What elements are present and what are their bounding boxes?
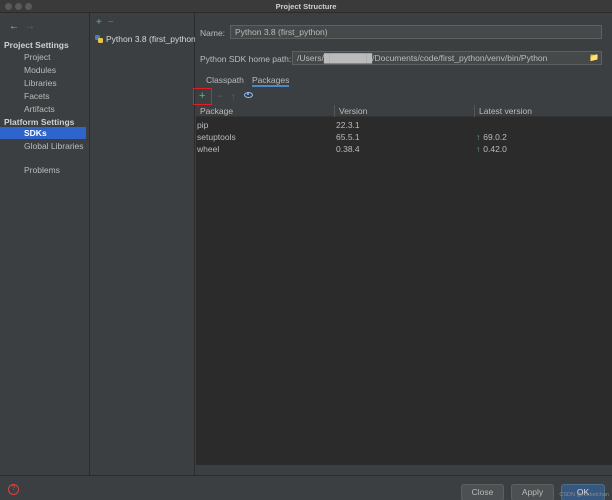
name-label: Name: [200,28,226,38]
package-version: 0.38.4 [336,144,360,154]
folder-icon[interactable]: 📁 [587,52,601,64]
tab-classpath[interactable]: Classpath [206,74,244,87]
package-name: wheel [197,144,220,154]
column-divider[interactable] [474,105,475,117]
upgrade-package-arrow-up-icon[interactable]: ↑ [231,91,236,101]
close-button[interactable]: Close [461,484,504,500]
sidebar-item-artifacts[interactable]: Artifacts [0,103,86,115]
column-header-version[interactable]: Version [339,106,367,116]
arrow-up-icon: ↑ [476,144,481,154]
arrow-up-icon: ↑ [476,132,481,142]
sdk-list-toolbar: + − [96,17,114,28]
dialog-footer: ? Close Apply OK CSDN @rocketchan [0,475,612,500]
add-sdk-plus-icon[interactable]: + [96,17,102,28]
uninstall-package-minus-icon[interactable]: − [217,91,222,101]
sidebar-item-project[interactable]: Project [0,51,86,63]
package-latest-version: ↑ 69.0.2 [476,132,507,142]
watermark: CSDN @rocketchan [559,492,609,498]
install-package-button[interactable]: + [193,88,212,105]
sidebar-item-problems[interactable]: Problems [0,164,86,176]
help-icon[interactable]: ? [8,484,19,495]
column-header-latest-version[interactable]: Latest version [479,106,532,116]
sidebar-item-libraries[interactable]: Libraries [0,77,86,89]
sidebar-item-modules[interactable]: Modules [0,64,86,76]
sidebar-item-sdks[interactable]: SDKs [0,127,86,139]
sdk-list-item-label: Python 3.8 (first_python) [106,34,195,44]
sidebar-item-global-libraries[interactable]: Global Libraries [0,140,86,152]
section-platform-settings: Platform Settings [4,117,75,127]
package-version: 22.3.1 [336,120,360,130]
sdk-home-path-field[interactable]: /Users/████████/Documents/code/first_pyt… [292,51,602,65]
packages-table: Package Version Latest version pip 22.3.… [196,105,612,465]
arrow-right-icon[interactable]: → [25,21,35,32]
name-field[interactable]: Python 3.8 (first_python) [230,25,602,39]
sidebar-item-facets[interactable]: Facets [0,90,86,102]
column-divider[interactable] [334,105,335,117]
nav-arrows: ← → [9,21,35,32]
apply-button[interactable]: Apply [511,484,554,500]
eye-icon[interactable] [244,92,253,98]
package-latest-version-value: 69.0.2 [483,132,507,142]
remove-sdk-minus-icon[interactable]: − [108,17,114,28]
python-icon [95,35,103,43]
tab-packages[interactable]: Packages [252,74,290,87]
window-title: Project Structure [275,2,337,11]
name-field-value: Python 3.8 (first_python) [235,27,328,37]
sdk-home-path-value: /Users/████████/Documents/code/first_pyt… [297,53,548,63]
package-latest-version-value: 0.42.0 [483,144,507,154]
packages-table-header: Package Version Latest version [196,105,612,117]
package-name: pip [197,120,209,130]
package-version: 65.5.1 [336,132,360,142]
package-latest-version: ↑ 0.42.0 [476,144,507,154]
packages-toolbar: + − ↑ [193,88,283,106]
settings-sidebar: ← → Project Settings Project Modules Libr… [0,13,90,475]
table-row[interactable]: setuptools 65.5.1 ↑ 69.0.2 [196,131,612,143]
sdk-home-path-label: Python SDK home path: [200,54,292,64]
section-project-settings: Project Settings [4,40,69,50]
sdk-details-pane: Name: Python 3.8 (first_python) Python S… [193,13,612,475]
plus-icon: + [199,90,206,102]
sdk-list-pane: + − Python 3.8 (first_python) [91,13,195,475]
table-row[interactable]: pip 22.3.1 [196,119,612,131]
sdk-list-item[interactable]: Python 3.8 (first_python) [91,33,195,46]
package-name: setuptools [197,132,236,142]
table-row[interactable]: wheel 0.38.4 ↑ 0.42.0 [196,143,612,155]
arrow-left-icon[interactable]: ← [9,21,19,32]
column-header-package[interactable]: Package [200,106,233,116]
title-bar: Project Structure [0,0,612,13]
